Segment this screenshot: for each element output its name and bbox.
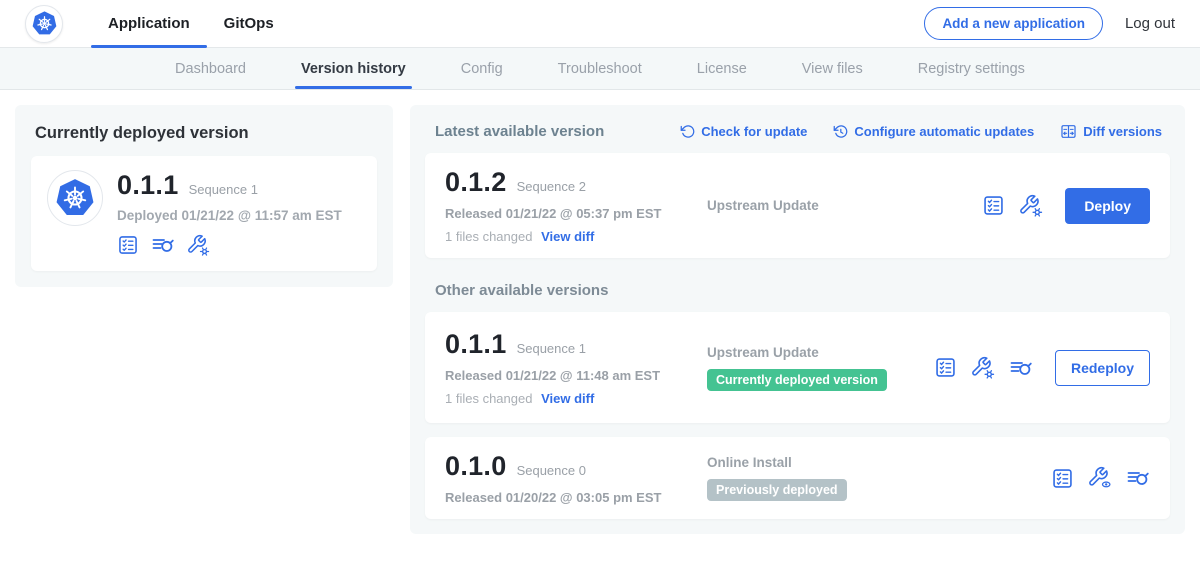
- app-logo: [25, 5, 63, 43]
- version-number: 0.1.2: [445, 167, 507, 198]
- preflight-checklist-icon[interactable]: [982, 194, 1005, 217]
- view-logs-icon[interactable]: [1009, 356, 1033, 380]
- schedule-update-icon: [833, 124, 848, 139]
- preflight-checklist-icon[interactable]: [934, 356, 957, 379]
- previously-deployed-badge: Previously deployed: [707, 479, 847, 501]
- logout-link[interactable]: Log out: [1125, 15, 1175, 32]
- latest-version-header: Latest available version Check for updat…: [435, 123, 1162, 140]
- sequence-label: Sequence 0: [517, 463, 586, 478]
- subnav-label: Config: [461, 61, 503, 77]
- subnav-item-view-files[interactable]: View files: [802, 48, 863, 89]
- view-diff-link[interactable]: View diff: [541, 229, 594, 244]
- subnav-label: License: [697, 61, 747, 77]
- view-diff-link[interactable]: View diff: [541, 391, 594, 406]
- edit-config-icon[interactable]: [971, 356, 995, 380]
- configure-automatic-updates-label: Configure automatic updates: [854, 124, 1034, 139]
- subnav-label: Dashboard: [175, 61, 246, 77]
- kubernetes-logo-icon: [31, 10, 58, 37]
- subnav-label: View files: [802, 61, 863, 77]
- deployed-sequence-label: Sequence 1: [189, 182, 258, 197]
- subnav-item-version-history[interactable]: Version history: [301, 48, 406, 89]
- app-icon-badge: [47, 170, 103, 226]
- preflight-checklist-icon[interactable]: [117, 234, 139, 256]
- edit-config-icon[interactable]: [1019, 194, 1043, 218]
- version-row-0-1-1: 0.1.1 Sequence 1 Released 01/21/22 @ 11:…: [425, 312, 1170, 423]
- top-bar: Application GitOps Add a new application…: [0, 0, 1200, 48]
- diff-icon: [1060, 123, 1077, 140]
- subnav-label: Registry settings: [918, 61, 1025, 77]
- deployed-timestamp: Deployed 01/21/22 @ 11:57 am EST: [117, 208, 342, 223]
- tab-gitops-label: GitOps: [224, 15, 274, 32]
- configure-automatic-updates-link[interactable]: Configure automatic updates: [833, 124, 1034, 139]
- version-row-0-1-2: 0.1.2 Sequence 2 Released 01/21/22 @ 05:…: [425, 153, 1170, 258]
- other-versions-title: Other available versions: [435, 282, 1170, 299]
- currently-deployed-card: 0.1.1 Sequence 1 Deployed 01/21/22 @ 11:…: [31, 156, 377, 271]
- subnav-label: Troubleshoot: [558, 61, 642, 77]
- source-type-label: Online Install: [707, 455, 1051, 470]
- source-type-label: Upstream Update: [707, 345, 934, 360]
- currently-deployed-title: Currently deployed version: [35, 124, 377, 143]
- version-number: 0.1.0: [445, 451, 507, 482]
- view-config-icon[interactable]: [1088, 466, 1112, 490]
- topbar-right: Add a new application Log out: [924, 7, 1175, 40]
- add-application-button[interactable]: Add a new application: [924, 7, 1103, 40]
- released-timestamp: Released 01/21/22 @ 05:37 pm EST: [445, 206, 707, 221]
- subnav-item-registry-settings[interactable]: Registry settings: [918, 48, 1025, 89]
- app-subnav: Dashboard Version history Config Trouble…: [0, 48, 1200, 90]
- edit-config-icon[interactable]: [187, 234, 210, 257]
- subnav-item-dashboard[interactable]: Dashboard: [175, 48, 246, 89]
- view-logs-icon[interactable]: [151, 233, 175, 257]
- subnav-item-troubleshoot[interactable]: Troubleshoot: [558, 48, 642, 89]
- tab-application[interactable]: Application: [91, 0, 207, 47]
- files-changed-label: 1 files changed: [445, 229, 532, 244]
- files-changed-label: 1 files changed: [445, 391, 532, 406]
- version-number: 0.1.1: [445, 329, 507, 360]
- tab-application-label: Application: [108, 15, 190, 32]
- subnav-item-config[interactable]: Config: [461, 48, 503, 89]
- diff-versions-link[interactable]: Diff versions: [1060, 123, 1162, 140]
- main-content: Currently deployed version 0.1.1 Sequenc…: [0, 90, 1200, 549]
- deploy-button[interactable]: Deploy: [1065, 188, 1150, 224]
- check-for-update-link[interactable]: Check for update: [680, 124, 807, 139]
- currently-deployed-panel: Currently deployed version 0.1.1 Sequenc…: [15, 105, 393, 287]
- currently-deployed-badge: Currently deployed version: [707, 369, 887, 391]
- top-tabs: Application GitOps: [91, 0, 291, 47]
- sequence-label: Sequence 1: [517, 341, 586, 356]
- version-actions: Check for update Configure automatic upd…: [680, 123, 1162, 140]
- subnav-label: Version history: [301, 61, 406, 77]
- released-timestamp: Released 01/20/22 @ 03:05 pm EST: [445, 490, 707, 505]
- view-logs-icon[interactable]: [1126, 466, 1150, 490]
- released-timestamp: Released 01/21/22 @ 11:48 am EST: [445, 368, 707, 383]
- kubernetes-logo-icon: [54, 177, 96, 219]
- version-history-panel: Latest available version Check for updat…: [410, 105, 1185, 534]
- redeploy-button[interactable]: Redeploy: [1055, 350, 1150, 386]
- source-type-label: Upstream Update: [707, 198, 982, 213]
- sequence-label: Sequence 2: [517, 179, 586, 194]
- check-for-update-label: Check for update: [701, 124, 807, 139]
- preflight-checklist-icon[interactable]: [1051, 467, 1074, 490]
- latest-version-title: Latest available version: [435, 123, 604, 140]
- diff-versions-label: Diff versions: [1083, 124, 1162, 139]
- deployed-version-number: 0.1.1: [117, 170, 179, 201]
- tab-gitops[interactable]: GitOps: [207, 0, 291, 47]
- refresh-icon: [680, 124, 695, 139]
- version-row-0-1-0: 0.1.0 Sequence 0 Released 01/20/22 @ 03:…: [425, 437, 1170, 519]
- subnav-item-license[interactable]: License: [697, 48, 747, 89]
